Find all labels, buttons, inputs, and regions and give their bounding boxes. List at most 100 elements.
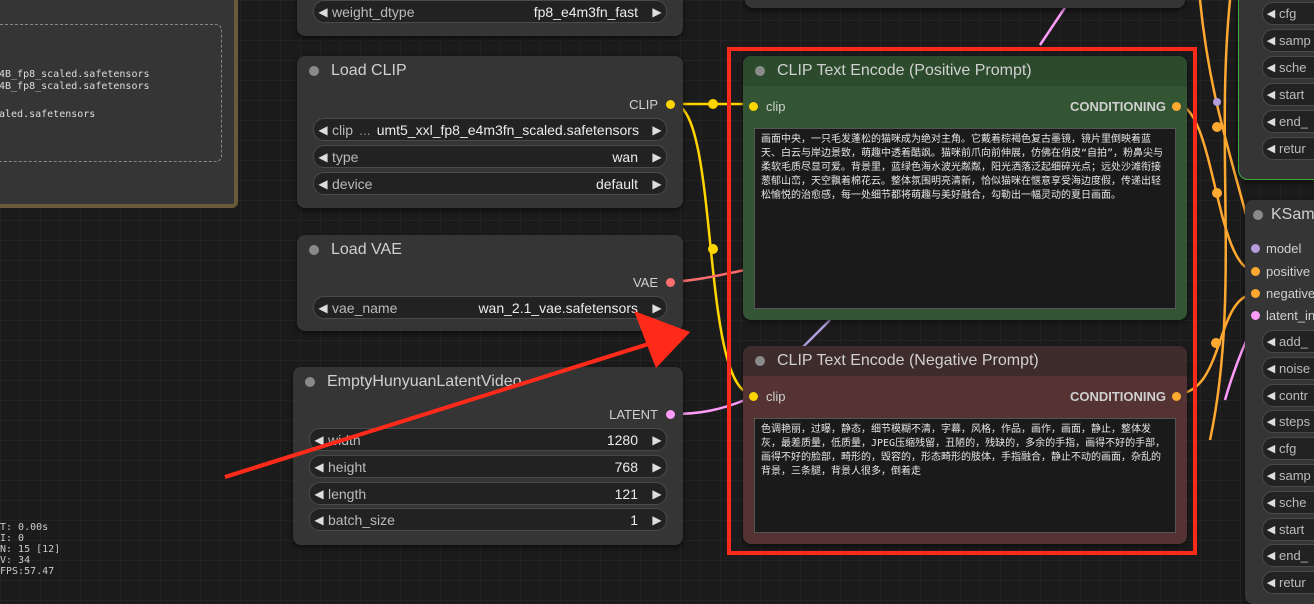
ksampler-row-end[interactable]: ◀ end_ bbox=[1262, 544, 1314, 567]
clip-name-widget[interactable]: ◀ clip ... umt5_xxl_fp8_e4m3fn_scaled.sa… bbox=[313, 118, 667, 141]
input-slot-clip[interactable]: clip bbox=[749, 99, 786, 114]
left-arrow-icon[interactable]: ◀ bbox=[1263, 469, 1279, 482]
output-slot-latent[interactable]: LATENT bbox=[609, 407, 675, 422]
left-arrow-icon[interactable]: ◀ bbox=[310, 433, 328, 447]
ksampler-row-sampler[interactable]: ◀ samp bbox=[1262, 464, 1314, 487]
device-widget[interactable]: ◀ device default ▶ bbox=[313, 172, 667, 195]
positive-prompt-textarea[interactable]: 画面中央，一只毛发蓬松的猫咪成为绝对主角。它戴着棕褐色复古墨镜，镜片里倒映着蓝天… bbox=[754, 128, 1176, 309]
right-top-row-cfg[interactable]: ◀ cfg bbox=[1262, 2, 1314, 25]
right-arrow-icon[interactable]: ▶ bbox=[648, 433, 666, 447]
right-arrow-icon[interactable]: ▶ bbox=[648, 460, 666, 474]
left-arrow-icon[interactable]: ◀ bbox=[1263, 362, 1279, 375]
positive-prompt-node[interactable]: CLIP Text Encode (Positive Prompt) clip … bbox=[743, 56, 1187, 320]
right-top-row-end[interactable]: ◀ end_ bbox=[1262, 110, 1314, 133]
ksampler-row-cfg[interactable]: ◀ cfg bbox=[1262, 437, 1314, 460]
right-top-row-sampler[interactable]: ◀ samp bbox=[1262, 29, 1314, 52]
right-arrow-icon[interactable]: ▶ bbox=[648, 487, 666, 501]
vae-output-dot[interactable] bbox=[666, 278, 675, 287]
ksampler-row-add-noise[interactable]: ◀ add_ bbox=[1262, 330, 1314, 353]
vae-name-widget[interactable]: ◀ vae_name wan_2.1_vae.safetensors ▶ bbox=[313, 296, 667, 319]
input-slot-clip[interactable]: clip bbox=[749, 389, 786, 404]
right-top-row-return[interactable]: ◀ retur bbox=[1262, 137, 1314, 160]
model-input-dot[interactable] bbox=[1251, 244, 1260, 253]
left-arrow-icon[interactable]: ◀ bbox=[310, 460, 328, 474]
collapse-dot-icon[interactable] bbox=[309, 66, 319, 76]
right-arrow-icon[interactable]: ▶ bbox=[648, 5, 666, 19]
ksampler-row-control[interactable]: ◀ contr bbox=[1262, 384, 1314, 407]
node-header[interactable]: KSam bbox=[1245, 200, 1314, 230]
left-arrow-icon[interactable]: ◀ bbox=[1263, 442, 1279, 455]
ksampler-row-start[interactable]: ◀ start bbox=[1262, 518, 1314, 541]
load-vae-node[interactable]: Load VAE VAE ◀ vae_name wan_2.1_vae.safe… bbox=[297, 235, 683, 331]
right-arrow-icon[interactable]: ▶ bbox=[648, 150, 666, 164]
ksampler-input-positive[interactable]: positive bbox=[1251, 264, 1310, 279]
positive-input-dot[interactable] bbox=[1251, 267, 1260, 276]
clip-input-dot[interactable] bbox=[749, 392, 758, 401]
right-arrow-icon[interactable]: ▶ bbox=[648, 177, 666, 191]
clip-output-dot[interactable] bbox=[666, 100, 675, 109]
clip-input-dot[interactable] bbox=[749, 102, 758, 111]
conditioning-output-dot[interactable] bbox=[1172, 102, 1181, 111]
left-arrow-icon[interactable]: ◀ bbox=[1263, 389, 1279, 402]
left-arrow-icon[interactable]: ◀ bbox=[1263, 523, 1279, 536]
left-arrow-icon[interactable]: ◀ bbox=[1263, 142, 1279, 155]
left-arrow-icon[interactable]: ◀ bbox=[1263, 415, 1279, 428]
weight-dtype-widget[interactable]: ◀ weight_dtype fp8_e4m3fn_fast ▶ bbox=[313, 0, 667, 23]
node-header[interactable]: Load VAE bbox=[297, 235, 683, 265]
left-arrow-icon[interactable]: ◀ bbox=[1263, 496, 1279, 509]
type-widget[interactable]: ◀ type wan ▶ bbox=[313, 145, 667, 168]
node-header[interactable]: EmptyHunyuanLatentVideo bbox=[293, 367, 683, 397]
left-arrow-icon[interactable]: ◀ bbox=[314, 123, 332, 137]
ksampler-row-noise-seed[interactable]: ◀ noise bbox=[1262, 357, 1314, 380]
output-slot-vae[interactable]: VAE bbox=[633, 275, 675, 290]
left-arrow-icon[interactable]: ◀ bbox=[314, 150, 332, 164]
conditioning-output-dot[interactable] bbox=[1172, 392, 1181, 401]
output-slot-conditioning[interactable]: CONDITIONING bbox=[1070, 389, 1181, 404]
top-partial-node-2[interactable] bbox=[745, 0, 1185, 8]
left-arrow-icon[interactable]: ◀ bbox=[314, 301, 332, 315]
ksampler-input-model[interactable]: model bbox=[1251, 241, 1301, 256]
node-header[interactable]: Load CLIP bbox=[297, 56, 683, 86]
latent-input-dot[interactable] bbox=[1251, 311, 1260, 320]
left-arrow-icon[interactable]: ◀ bbox=[310, 487, 328, 501]
ksampler-row-steps[interactable]: ◀ steps bbox=[1262, 410, 1314, 433]
right-arrow-icon[interactable]: ▶ bbox=[648, 513, 666, 527]
top-partial-node[interactable]: ◀ weight_dtype fp8_e4m3fn_fast ▶ bbox=[297, 0, 683, 36]
left-arrow-icon[interactable]: ◀ bbox=[314, 5, 332, 19]
collapse-dot-icon[interactable] bbox=[755, 66, 765, 76]
left-arrow-icon[interactable]: ◀ bbox=[310, 513, 328, 527]
batch-size-widget[interactable]: ◀ batch_size 1 ▶ bbox=[309, 508, 667, 531]
left-arrow-icon[interactable]: ◀ bbox=[1263, 549, 1279, 562]
right-arrow-icon[interactable]: ▶ bbox=[648, 123, 666, 137]
model-loader-panel[interactable]: 4B_fp8_scaled.safetensors 4B_fp8_scaled.… bbox=[0, 0, 238, 208]
length-widget[interactable]: ◀ length 121 ▶ bbox=[309, 482, 667, 505]
node-header[interactable]: CLIP Text Encode (Negative Prompt) bbox=[743, 346, 1187, 376]
negative-prompt-node[interactable]: CLIP Text Encode (Negative Prompt) clip … bbox=[743, 346, 1187, 544]
ksampler-input-negative[interactable]: negative bbox=[1251, 286, 1314, 301]
ksampler-input-latent[interactable]: latent_in bbox=[1251, 308, 1314, 323]
left-arrow-icon[interactable]: ◀ bbox=[1263, 34, 1279, 47]
left-arrow-icon[interactable]: ◀ bbox=[1263, 88, 1279, 101]
left-arrow-icon[interactable]: ◀ bbox=[1263, 61, 1279, 74]
negative-input-dot[interactable] bbox=[1251, 289, 1260, 298]
left-arrow-icon[interactable]: ◀ bbox=[1263, 7, 1279, 20]
collapse-dot-icon[interactable] bbox=[305, 377, 315, 387]
left-arrow-icon[interactable]: ◀ bbox=[314, 177, 332, 191]
latent-video-node[interactable]: EmptyHunyuanLatentVideo LATENT ◀ width 1… bbox=[293, 367, 683, 545]
left-arrow-icon[interactable]: ◀ bbox=[1263, 576, 1279, 589]
right-top-row-scheduler[interactable]: ◀ sche bbox=[1262, 56, 1314, 79]
right-arrow-icon[interactable]: ▶ bbox=[648, 301, 666, 315]
node-header[interactable]: CLIP Text Encode (Positive Prompt) bbox=[743, 56, 1187, 86]
ksampler-row-return[interactable]: ◀ retur bbox=[1262, 571, 1314, 594]
latent-output-dot[interactable] bbox=[666, 410, 675, 419]
width-widget[interactable]: ◀ width 1280 ▶ bbox=[309, 428, 667, 451]
collapse-dot-icon[interactable] bbox=[1253, 210, 1263, 220]
left-arrow-icon[interactable]: ◀ bbox=[1263, 335, 1279, 348]
negative-prompt-textarea[interactable]: 色调艳丽，过曝，静态，细节模糊不清，字幕，风格，作品，画作，画面，静止，整体发灰… bbox=[754, 418, 1176, 533]
left-arrow-icon[interactable]: ◀ bbox=[1263, 115, 1279, 128]
collapse-dot-icon[interactable] bbox=[755, 356, 765, 366]
output-slot-conditioning[interactable]: CONDITIONING bbox=[1070, 99, 1181, 114]
load-clip-node[interactable]: Load CLIP CLIP ◀ clip ... umt5_xxl_fp8_e… bbox=[297, 56, 683, 208]
output-slot-clip[interactable]: CLIP bbox=[629, 97, 675, 112]
ksampler-row-scheduler[interactable]: ◀ sche bbox=[1262, 491, 1314, 514]
